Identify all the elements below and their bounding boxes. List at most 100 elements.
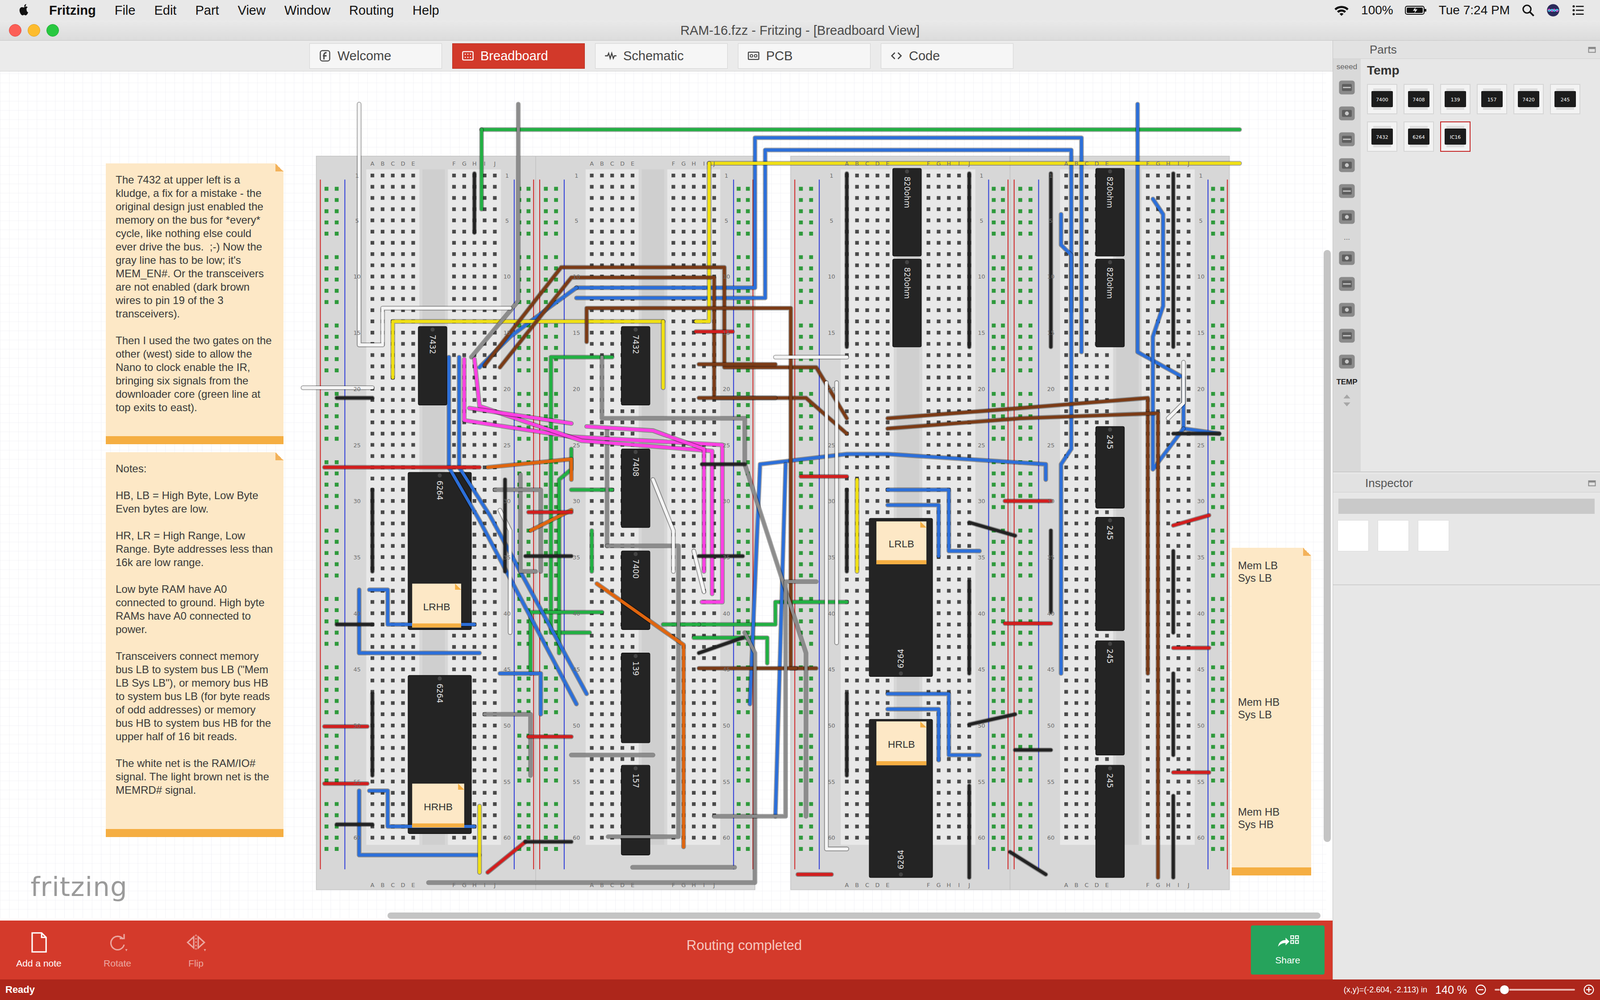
menu-item[interactable]: Edit [154,3,177,18]
wire[interactable] [775,356,847,358]
wire[interactable] [525,841,572,842]
chip[interactable] [1095,259,1125,348]
zoom-level[interactable]: 140 % [1435,983,1467,997]
wire[interactable] [887,397,1148,674]
wire[interactable] [1050,530,1052,613]
wire[interactable] [663,624,700,625]
chip[interactable] [892,168,922,257]
chip[interactable] [1095,168,1125,257]
part-tile[interactable]: 139 [1440,83,1471,115]
wire[interactable] [324,725,368,727]
transceiver-note[interactable]: Mem LBSys LBMem HBSys LBMem HBSys HB [1231,547,1312,876]
view-tab[interactable]: PCB [737,43,871,69]
wire[interactable] [826,382,847,849]
bin-icon[interactable] [1337,325,1357,346]
wire[interactable] [698,637,743,653]
wire[interactable] [371,489,373,572]
wire[interactable] [464,359,723,603]
wifi-icon[interactable] [1333,4,1350,17]
toolbar-button[interactable]: Add a note [5,931,73,969]
wire[interactable] [591,530,592,571]
chip-note[interactable]: HRLB [876,721,927,766]
note[interactable]: The 7432 at upper left is a kludge, a fi… [105,163,284,445]
wire[interactable] [528,511,572,513]
breadboard-view[interactable]: ABCDEFGHIJABCDEFGHIJ15101520253035404550… [0,71,1333,921]
siri-icon[interactable] [1546,3,1560,17]
wire-net[interactable] [428,104,817,883]
bin-icon[interactable] [1337,274,1357,294]
wire[interactable] [606,428,608,546]
chip-note[interactable]: LRHB [412,583,462,628]
wire[interactable] [336,397,373,399]
wire[interactable] [607,545,679,837]
bin-tab[interactable]: seeed [1336,62,1358,72]
zoom-in-icon[interactable] [1583,983,1595,996]
chip[interactable] [408,472,472,630]
view-thumbnail[interactable] [1417,520,1450,552]
wire[interactable] [698,397,775,399]
wire[interactable] [1050,173,1052,348]
wire[interactable] [968,173,970,348]
bin-icon[interactable] [1337,103,1357,124]
wire[interactable] [586,308,817,669]
wire[interactable] [887,413,1159,878]
part-tile[interactable]: 6264 [1403,121,1434,152]
bin-icon[interactable] [1337,77,1357,98]
chip[interactable] [1095,765,1125,878]
zoom-slider[interactable] [1494,988,1575,991]
wire[interactable] [481,129,483,209]
menu-item[interactable]: Help [412,3,440,18]
wire[interactable] [458,357,587,694]
wire[interactable] [632,866,735,868]
clock[interactable]: Tue 7:24 PM [1438,3,1510,18]
menu-item[interactable]: File [114,3,136,18]
wire[interactable] [698,363,775,365]
wire[interactable] [836,382,838,643]
chip[interactable] [869,719,933,878]
wire[interactable] [324,466,480,468]
note[interactable]: Notes:HB, LB = High Byte, Low Byte Even … [105,452,284,838]
close-button[interactable] [8,24,22,37]
wire-net[interactable] [481,129,1240,674]
wire[interactable] [336,624,373,625]
share-button[interactable]: Share [1250,925,1325,975]
wire[interactable] [586,426,705,572]
chip[interactable] [1095,640,1125,755]
view-thumbnail[interactable] [1377,520,1409,552]
wire[interactable] [487,459,571,480]
breadboard[interactable] [1010,156,1230,890]
wire[interactable] [576,150,1071,312]
wire[interactable] [530,612,602,674]
wire[interactable] [1172,673,1174,755]
chip[interactable] [1095,426,1125,509]
chip-note[interactable]: LRLB [876,521,927,565]
wire[interactable] [1004,500,1051,502]
wire[interactable] [358,104,510,345]
part-tile[interactable]: 157 [1476,83,1508,115]
minimize-button[interactable] [27,24,41,37]
bin-icon[interactable] [1337,351,1357,372]
breadboard[interactable] [316,156,536,890]
wire[interactable] [528,736,572,738]
chip-note[interactable]: HRHB [412,783,465,828]
wire[interactable] [525,555,572,557]
wire[interactable] [968,581,970,674]
apple-icon[interactable] [17,3,31,18]
wire[interactable] [1137,104,1220,434]
wire[interactable] [500,673,541,714]
zoom-out-icon[interactable] [1475,983,1487,996]
wire[interactable] [601,357,806,817]
wire[interactable] [479,806,480,873]
chip[interactable] [869,518,933,677]
menu-item[interactable]: Part [195,3,219,18]
wire[interactable] [968,785,970,878]
notification-list-icon[interactable] [1571,3,1585,17]
part-tile[interactable]: 7408 [1403,83,1434,115]
wire[interactable] [797,874,832,875]
part-tile[interactable]: 245 [1550,83,1581,115]
wire[interactable] [1173,433,1220,434]
wire[interactable] [1173,647,1209,649]
wire[interactable] [662,321,664,388]
bin-icon[interactable] [1337,155,1357,175]
wire-net[interactable] [336,173,1220,878]
